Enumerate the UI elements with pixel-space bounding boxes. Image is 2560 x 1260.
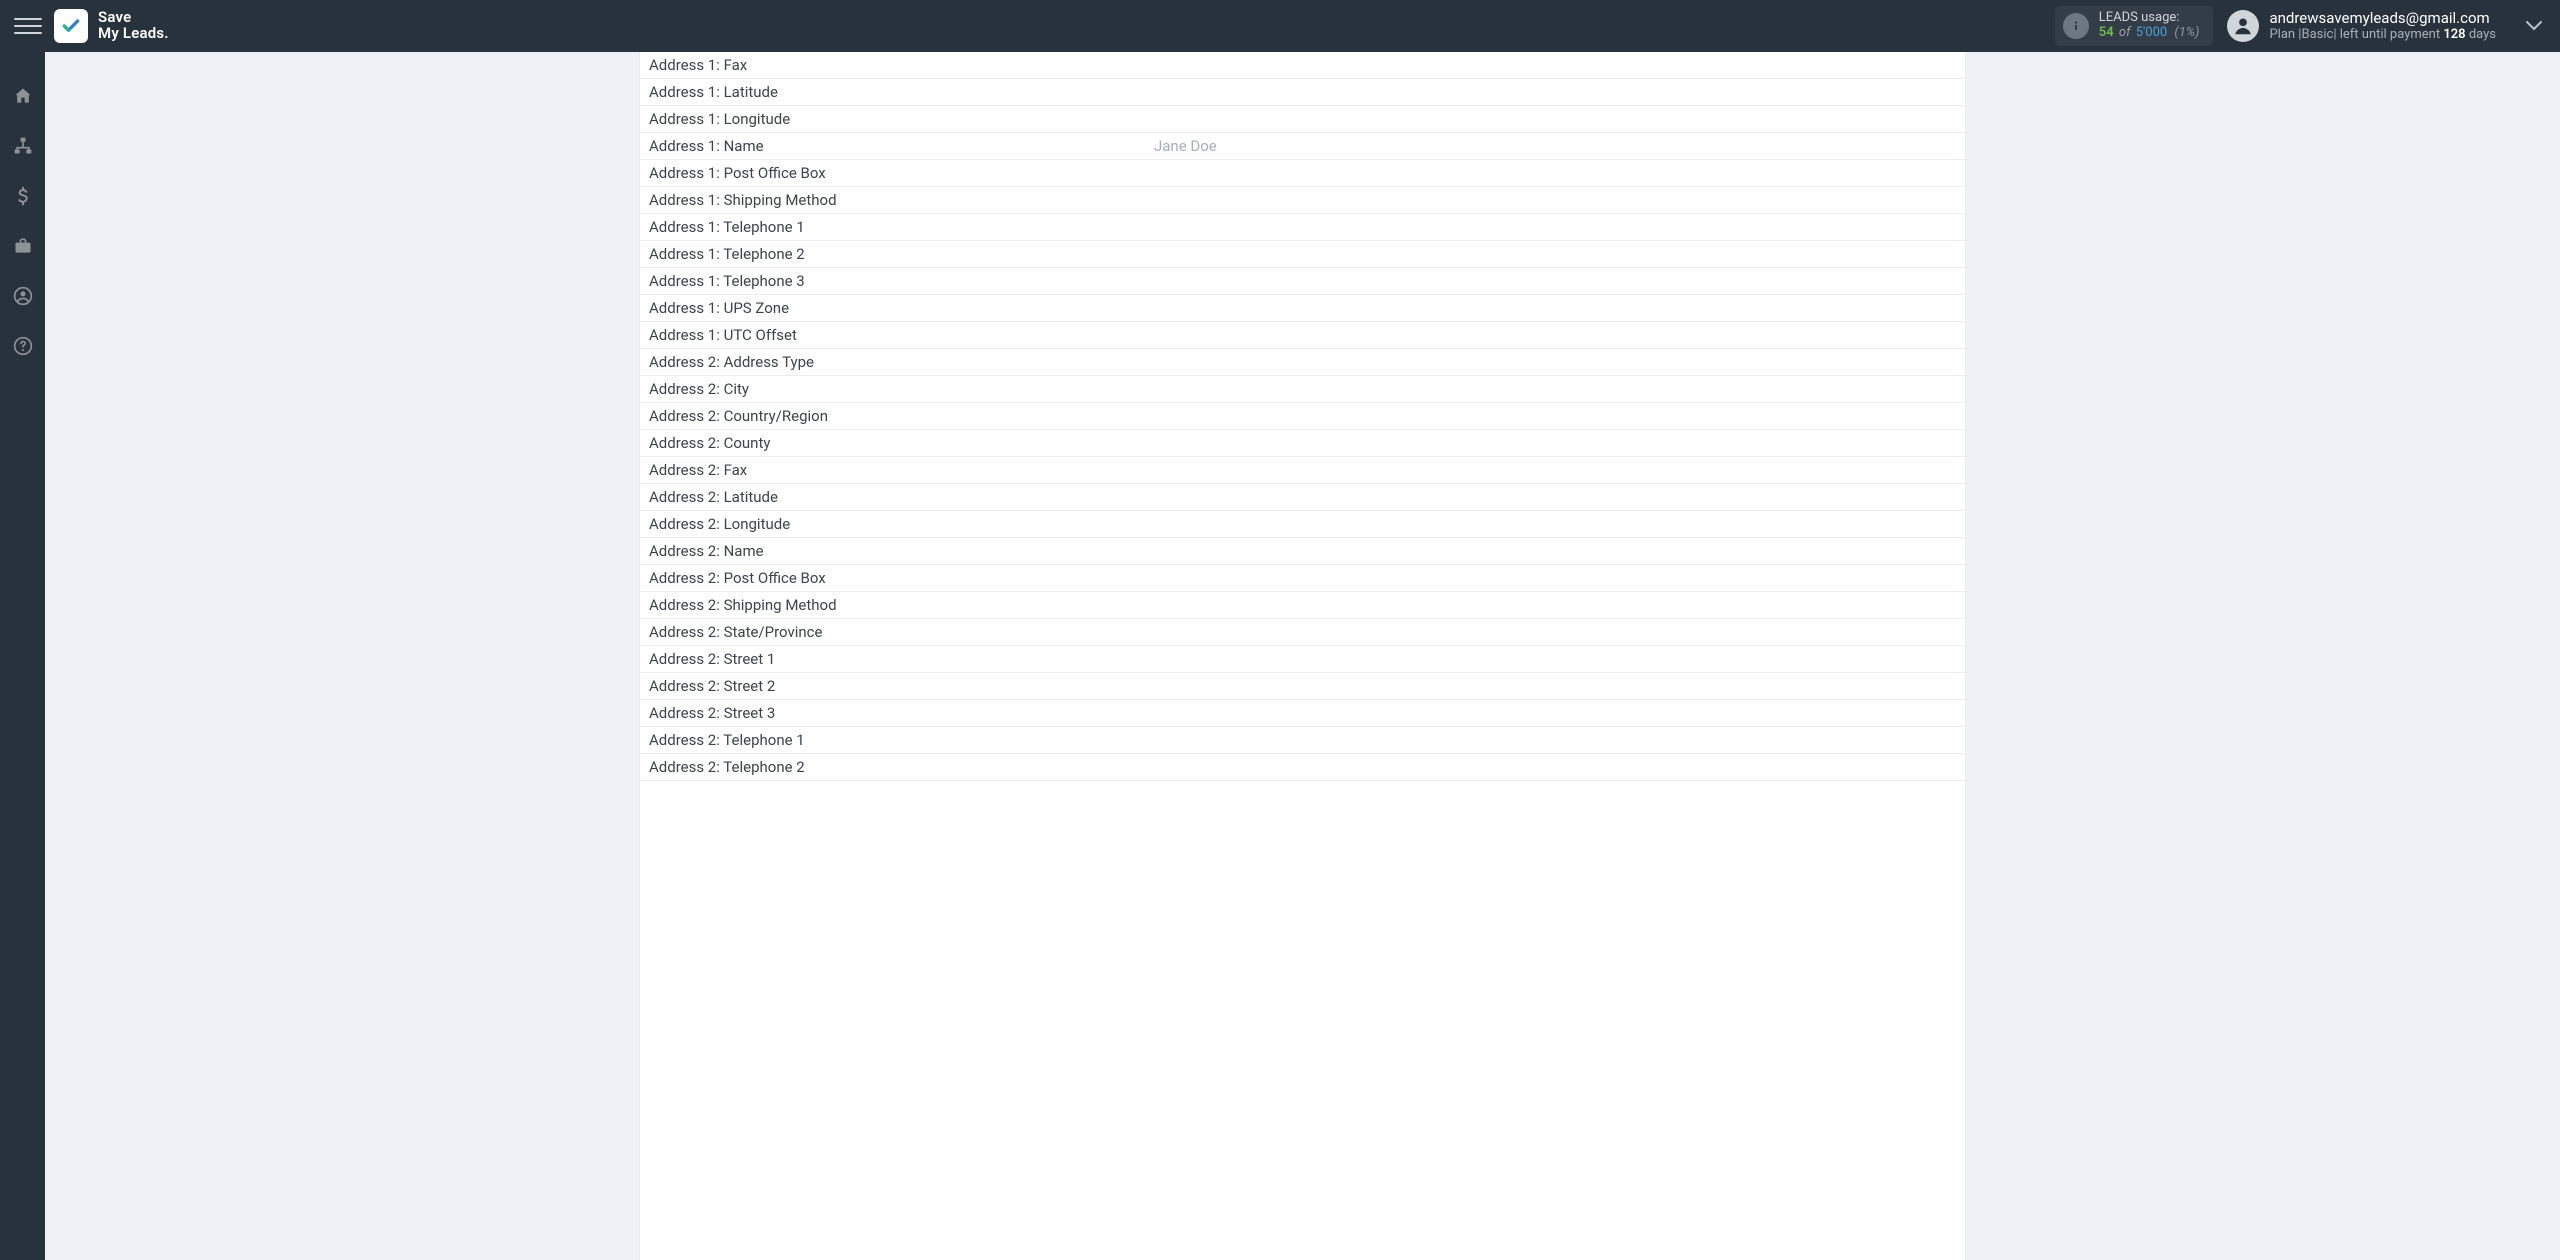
field-label: Address 2: Fax xyxy=(649,461,1154,479)
field-row[interactable]: Address 1: Telephone 2 xyxy=(640,241,1965,268)
menu-toggle-button[interactable] xyxy=(14,12,42,40)
field-row[interactable]: Address 2: Street 3 xyxy=(640,700,1965,727)
sidebar-item-help[interactable] xyxy=(0,332,45,360)
leads-usage-text: LEADS usage: 54 of 5'000 (1%) xyxy=(2099,11,2200,41)
field-mapping-panel: Address 1: Fax Address 1: Latitude Address… xyxy=(640,52,1965,1260)
leads-total-count: 5'000 xyxy=(2136,25,2168,40)
field-row[interactable]: Address 1: Shipping Method xyxy=(640,187,1965,214)
field-label: Address 2: County xyxy=(649,434,1154,452)
plan-mid: | left until payment xyxy=(2333,27,2443,42)
leads-of-label: of xyxy=(2119,25,2131,40)
field-row[interactable]: Address 2: State/Province xyxy=(640,619,1965,646)
field-row[interactable]: Address 2: Telephone 1 xyxy=(640,727,1965,754)
main-content: Address 1: Fax Address 1: Latitude Address… xyxy=(45,52,2560,1260)
field-label: Address 2: Telephone 2 xyxy=(649,758,1154,776)
field-row[interactable]: Address 2: City xyxy=(640,376,1965,403)
field-label: Address 2: City xyxy=(649,380,1154,398)
field-row[interactable]: Address 2: Country/Region xyxy=(640,403,1965,430)
user-icon xyxy=(2232,15,2254,37)
field-label: Address 2: Post Office Box xyxy=(649,569,1154,587)
field-row[interactable]: Address 2: Name xyxy=(640,538,1965,565)
field-row[interactable]: Address 2: Post Office Box xyxy=(640,565,1965,592)
field-row[interactable]: Address 1: Telephone 3 xyxy=(640,268,1965,295)
field-label: Address 1: Telephone 2 xyxy=(649,245,1154,263)
field-label: Address 2: Latitude xyxy=(649,488,1154,506)
field-label: Address 1: Name xyxy=(649,137,1154,155)
field-row[interactable]: Address 1: Post Office Box xyxy=(640,160,1965,187)
checkmark-icon xyxy=(61,16,81,36)
question-icon xyxy=(13,336,33,356)
left-sidebar xyxy=(0,52,45,1260)
sidebar-item-billing[interactable] xyxy=(0,182,45,210)
field-row[interactable]: Address 1: UTC Offset xyxy=(640,322,1965,349)
field-row[interactable]: Address 2: Fax xyxy=(640,457,1965,484)
field-row[interactable]: Address 1: Latitude xyxy=(640,79,1965,106)
sidebar-item-account[interactable] xyxy=(0,282,45,310)
field-row[interactable]: Address 2: Longitude xyxy=(640,511,1965,538)
plan-days: 128 xyxy=(2443,27,2465,42)
avatar xyxy=(2227,10,2259,42)
sidebar-item-connections[interactable] xyxy=(0,132,45,160)
info-icon xyxy=(2063,13,2089,39)
field-label: Address 2: Address Type xyxy=(649,353,1154,371)
field-row[interactable]: Address 2: County xyxy=(640,430,1965,457)
leads-used-count: 54 xyxy=(2099,25,2114,40)
sidebar-item-briefcase[interactable] xyxy=(0,232,45,260)
field-row[interactable]: Address 1: Telephone 1 xyxy=(640,214,1965,241)
brand-name: Save My Leads. xyxy=(98,10,169,42)
user-plan-line: Plan |Basic| left until payment 128 days xyxy=(2269,27,2496,43)
field-label: Address 1: Longitude xyxy=(649,110,1154,128)
field-row[interactable]: Address 1: NameJane Doe xyxy=(640,133,1965,160)
sidebar-item-home[interactable] xyxy=(0,82,45,110)
field-label: Address 2: Longitude xyxy=(649,515,1154,533)
field-label: Address 2: Name xyxy=(649,542,1154,560)
field-label: Address 1: Shipping Method xyxy=(649,191,1154,209)
field-label: Address 2: State/Province xyxy=(649,623,1154,641)
field-label: Address 1: Latitude xyxy=(649,83,1154,101)
field-label: Address 2: Street 1 xyxy=(649,650,1154,668)
chevron-down-icon xyxy=(2526,21,2542,31)
field-row[interactable]: Address 2: Street 2 xyxy=(640,673,1965,700)
field-label: Address 1: Telephone 1 xyxy=(649,218,1154,236)
user-email: andrewsavemyleads@gmail.com xyxy=(2269,9,2496,27)
dollar-icon xyxy=(13,186,33,206)
field-row[interactable]: Address 1: UPS Zone xyxy=(640,295,1965,322)
plan-suffix: days xyxy=(2466,27,2496,42)
field-row[interactable]: Address 1: Fax xyxy=(640,52,1965,79)
brand-line2: My Leads. xyxy=(98,26,169,42)
field-row[interactable]: Address 2: Shipping Method xyxy=(640,592,1965,619)
field-row[interactable]: Address 2: Latitude xyxy=(640,484,1965,511)
field-label: Address 2: Telephone 1 xyxy=(649,731,1154,749)
plan-prefix: Plan | xyxy=(2269,27,2301,42)
user-circle-icon xyxy=(13,286,33,306)
sitemap-icon xyxy=(13,136,33,156)
field-label: Address 2: Street 3 xyxy=(649,704,1154,722)
briefcase-icon xyxy=(13,236,33,256)
field-label: Address 2: Street 2 xyxy=(649,677,1154,695)
leads-percent: (1%) xyxy=(2174,25,2199,40)
user-menu[interactable]: andrewsavemyleads@gmail.com Plan |Basic|… xyxy=(2227,9,2496,43)
field-row[interactable]: Address 2: Telephone 2 xyxy=(640,754,1965,781)
field-label: Address 1: Telephone 3 xyxy=(649,272,1154,290)
home-icon xyxy=(13,86,33,106)
field-label: Address 1: UTC Offset xyxy=(649,326,1154,344)
field-row[interactable]: Address 2: Address Type xyxy=(640,349,1965,376)
header-expand-button[interactable] xyxy=(2520,15,2548,37)
field-row[interactable]: Address 2: Street 1 xyxy=(640,646,1965,673)
field-label: Address 1: UPS Zone xyxy=(649,299,1154,317)
field-row[interactable]: Address 1: Longitude xyxy=(640,106,1965,133)
field-label: Address 2: Shipping Method xyxy=(649,596,1154,614)
top-header: Save My Leads. LEADS usage: 54 of 5'000 … xyxy=(0,0,2560,52)
field-label: Address 1: Post Office Box xyxy=(649,164,1154,182)
app-logo[interactable] xyxy=(54,9,88,43)
leads-usage-badge[interactable]: LEADS usage: 54 of 5'000 (1%) xyxy=(2055,6,2214,46)
field-label: Address 2: Country/Region xyxy=(649,407,1154,425)
field-label: Address 1: Fax xyxy=(649,56,1154,74)
leads-usage-title: LEADS usage: xyxy=(2099,11,2200,26)
plan-name: Basic xyxy=(2301,27,2333,42)
field-value: Jane Doe xyxy=(1154,137,1965,155)
